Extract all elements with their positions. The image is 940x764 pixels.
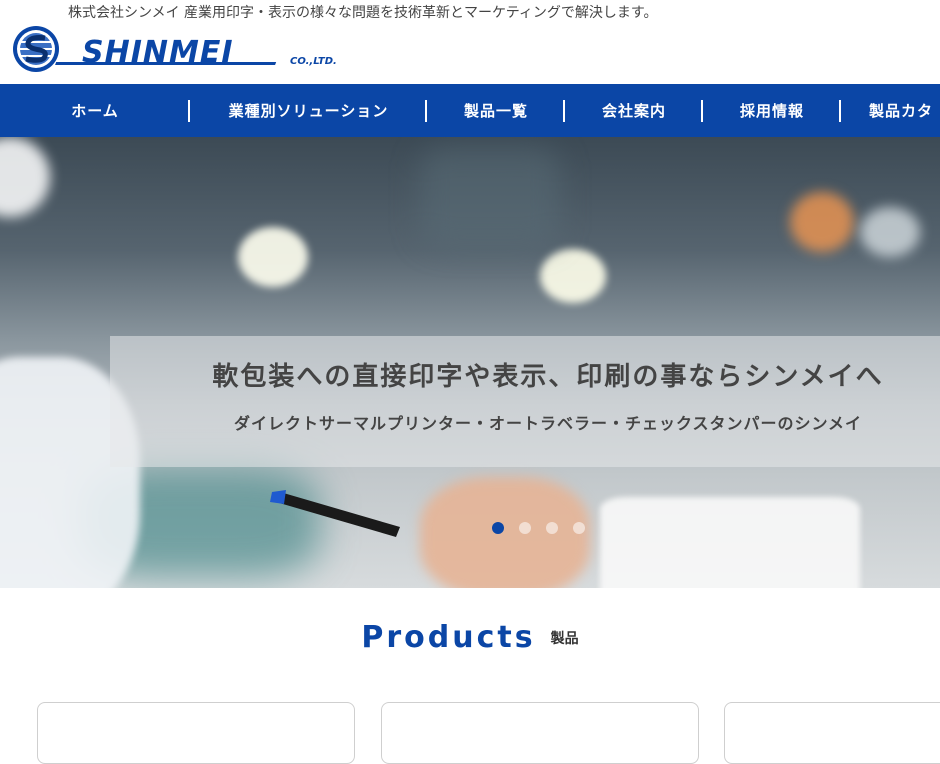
hero-subtitle: ダイレクトサーマルプリンター・オートラベラー・チェックスタンパーのシンメイ xyxy=(233,414,863,433)
products-title: Products xyxy=(361,620,536,655)
slider-dot[interactable] xyxy=(519,522,531,534)
slider-dot[interactable] xyxy=(573,522,585,534)
nav-item-home[interactable]: ホーム xyxy=(0,84,190,137)
main-navigation: ホーム 業種別ソリューション 製品一覧 会社案内 採用情報 製品カタ xyxy=(0,84,940,137)
nav-item-products[interactable]: 製品一覧 xyxy=(427,84,565,137)
slider-dot[interactable] xyxy=(546,522,558,534)
product-card[interactable] xyxy=(724,702,940,764)
nav-item-catalog[interactable]: 製品カタ xyxy=(841,84,940,137)
company-logo[interactable]: SHINMEI CO.,LTD. xyxy=(12,24,372,76)
slider-pagination xyxy=(492,522,585,534)
globe-icon xyxy=(13,26,59,72)
slider-dot[interactable] xyxy=(492,522,504,534)
products-heading: Products 製品 xyxy=(0,620,940,655)
nav-item-recruit[interactable]: 採用情報 xyxy=(703,84,841,137)
product-card[interactable] xyxy=(381,702,699,764)
hero-slider: 軟包装への直接印字や表示、印刷の事ならシンメイへ ダイレクトサーマルプリンター・… xyxy=(0,137,940,588)
hero-caption-box: 軟包装への直接印字や表示、印刷の事ならシンメイへ ダイレクトサーマルプリンター・… xyxy=(110,336,940,467)
nav-item-company[interactable]: 会社案内 xyxy=(565,84,703,137)
nav-item-solutions[interactable]: 業種別ソリューション xyxy=(190,84,427,137)
hero-title: 軟包装への直接印字や表示、印刷の事ならシンメイへ xyxy=(212,362,884,392)
svg-text:CO.,LTD.: CO.,LTD. xyxy=(290,56,337,67)
logo-wordmark: SHINMEI CO.,LTD. xyxy=(55,35,337,70)
products-subtitle: 製品 xyxy=(550,630,579,647)
site-tagline: 株式会社シンメイ 産業用印字・表示の様々な問題を技術革新とマーケティングで解決し… xyxy=(68,5,658,21)
product-card[interactable] xyxy=(37,702,355,764)
